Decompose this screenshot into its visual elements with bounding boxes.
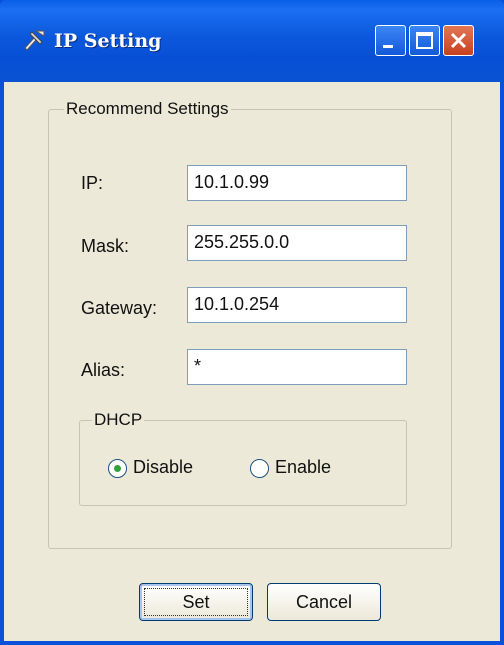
- title-bar[interactable]: IP Setting: [0, 0, 504, 82]
- cancel-button[interactable]: Cancel: [267, 583, 381, 621]
- alias-label: Alias:: [81, 360, 126, 380]
- tools-icon: [24, 30, 45, 51]
- window-title: IP Setting: [54, 30, 162, 52]
- mask-input[interactable]: 255.255.0.0: [187, 225, 407, 261]
- gateway-label: Gateway:: [81, 298, 158, 318]
- ip-label: IP:: [81, 173, 104, 193]
- minimize-icon: [383, 45, 393, 48]
- ip-setting-window: IP Setting Recommend Settings IP: 10.1.0…: [0, 0, 504, 645]
- close-button[interactable]: [443, 25, 474, 56]
- gateway-input[interactable]: 10.1.0.254: [187, 287, 407, 323]
- dhcp-disable-label: Disable: [133, 457, 194, 477]
- alias-input[interactable]: *: [187, 349, 407, 385]
- radio-selected-icon: [108, 459, 127, 478]
- maximize-button[interactable]: [409, 25, 440, 56]
- mask-label: Mask:: [81, 236, 130, 256]
- radio-unselected-icon: [250, 459, 269, 478]
- recommend-settings-group: Recommend Settings IP: 10.1.0.99 Mask: 2…: [48, 99, 452, 549]
- set-button[interactable]: Set: [139, 583, 253, 621]
- dhcp-group: DHCP Disable Enable: [79, 410, 407, 506]
- dhcp-enable-label: Enable: [275, 457, 332, 477]
- ip-input[interactable]: 10.1.0.99: [187, 165, 407, 201]
- dhcp-title: DHCP: [92, 410, 145, 430]
- close-icon: [450, 32, 467, 49]
- dialog-body: Recommend Settings IP: 10.1.0.99 Mask: 2…: [4, 82, 500, 641]
- minimize-button[interactable]: [375, 25, 406, 56]
- group-title: Recommend Settings: [64, 99, 231, 119]
- maximize-icon: [416, 32, 433, 49]
